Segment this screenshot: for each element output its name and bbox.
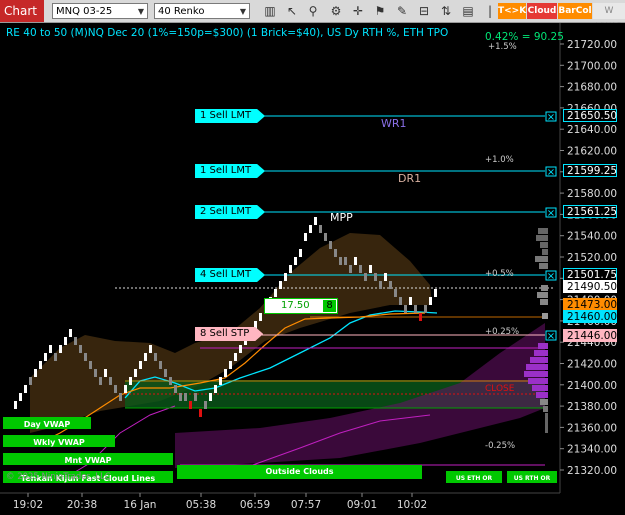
drawing-icon[interactable]: ✎ (394, 3, 410, 19)
time-tick-label: 09:01 (347, 499, 377, 511)
crosshair-pointer-icon[interactable]: ↖ (284, 3, 300, 19)
price-tick-label: 21340.00 (567, 444, 617, 456)
time-tick-label: 20:38 (67, 499, 97, 511)
tenkan-kijun-toggle-button[interactable]: T<>K (498, 3, 526, 19)
price-tag-order-3: 21561.25 (563, 205, 617, 218)
time-tick-label: 07:57 (291, 499, 321, 511)
time-tick-label: 10:02 (397, 499, 427, 511)
level-plus-0-5: +0.5% (485, 269, 514, 279)
time-tick-label: 05:38 (186, 499, 216, 511)
time-tick-label: 19:02 (13, 499, 43, 511)
level-close: CLOSE (485, 384, 515, 394)
legend-mnt-vwap: Mnt VWAP (64, 456, 112, 465)
price-axis: 21720.0021700.0021680.0021660.0021640.00… (560, 39, 617, 477)
price-tick-label: 21720.00 (567, 39, 617, 51)
chart-toolbar: Chart MNQ 03-25 ▼ 40 Renko ▼ ▥ ↖ ⚲ ⚙ ✛ ⚑ ✎… (0, 0, 625, 32)
zoom-icon[interactable]: ⚲ (305, 3, 321, 19)
bar-type-selector[interactable]: 40 Renko ▼ (154, 3, 250, 19)
instrument-selector[interactable]: MNQ 03-25 ▼ (52, 3, 148, 19)
price-tag-order-2: 21599.25 (563, 164, 617, 177)
position-value: 17.50 (281, 300, 310, 311)
svg-text:×: × (547, 331, 555, 342)
chart-trader-icon[interactable]: ⇅ (438, 3, 454, 19)
legend-wkly-vwap: Wkly VWAP (33, 438, 85, 447)
order-label-sell-stp[interactable]: 8 Sell STP (195, 327, 263, 341)
data-box-icon[interactable]: ▤ (460, 3, 476, 19)
cloud-toggle-button[interactable]: Cloud (527, 3, 557, 19)
lock-icon[interactable]: ⊟ (416, 3, 432, 19)
svg-text:×: × (547, 167, 555, 178)
price-tick-label: 21580.00 (567, 188, 617, 200)
position-box[interactable]: 17.50 8 (264, 298, 338, 314)
price-tag-stop: 21446.00 (563, 329, 617, 342)
properties-icon[interactable]: ⚙ (328, 3, 344, 19)
chevron-down-icon: ▼ (239, 7, 246, 16)
price-tag-vwap: 21460.00 (563, 310, 617, 323)
level-plus-1-5: +1.5% (488, 42, 517, 52)
level-minus-0-25: -0.25% (485, 441, 516, 451)
chart-title: RE 40 to 50 (M)NQ Dec 20 (1%=150p=$300) … (6, 27, 449, 39)
legend-us-rth-or: US RTH OR (513, 475, 551, 482)
bar-type-selector-value: 40 Renko (158, 6, 205, 17)
svg-text:×: × (547, 112, 555, 123)
crosshair-icon[interactable]: ✛ (350, 3, 366, 19)
toolbar-separator-icon: | (487, 4, 493, 18)
price-tick-label: 21320.00 (567, 465, 617, 477)
level-dr1: DR1 (398, 172, 422, 185)
order-label-sell-lmt-3[interactable]: 2 Sell LMT (195, 205, 265, 219)
order-label-sell-lmt-2[interactable]: 1 Sell LMT (195, 164, 265, 178)
strategy-icon[interactable]: ⚑ (372, 3, 388, 19)
price-tick-label: 21400.00 (567, 380, 617, 392)
legend-day-vwap: Day VWAP (23, 420, 71, 429)
chevron-down-icon: ▼ (137, 7, 144, 16)
time-tick-label: 06:59 (240, 499, 270, 511)
price-tick-label: 21700.00 (567, 60, 617, 72)
svg-text:×: × (547, 208, 555, 219)
level-wr1: WR1 (381, 117, 407, 130)
svg-text:×: × (547, 271, 555, 282)
order-label-sell-lmt-1[interactable]: 1 Sell LMT (195, 109, 265, 123)
price-tick-label: 21360.00 (567, 422, 617, 434)
position-qty: 8 (323, 300, 336, 312)
copyright-text: © 2025 NinjaTrader, LLC (6, 472, 111, 482)
price-tick-label: 21620.00 (567, 146, 617, 158)
price-tick-label: 21520.00 (567, 252, 617, 264)
instrument-selector-value: MNQ 03-25 (56, 6, 113, 17)
level-plus-0-25: +0.25% (485, 327, 520, 337)
legend-outside-clouds: Outside Clouds (265, 467, 334, 476)
time-tick-label: 16 Jan (124, 499, 157, 511)
price-tick-label: 21420.00 (567, 359, 617, 371)
price-tag-last: 21490.50 (563, 280, 617, 293)
price-tick-label: 21640.00 (567, 124, 617, 136)
chart-tab[interactable]: Chart (0, 0, 44, 22)
price-tick-label: 21380.00 (567, 401, 617, 413)
level-mpp: MPP (330, 211, 353, 224)
legend-us-eth-or: US ETH OR (455, 475, 493, 482)
vwap-toggle-button[interactable]: W VWAP (593, 3, 625, 32)
bar-color-toggle-button[interactable]: BarCol (558, 3, 592, 19)
order-label-sell-lmt-4[interactable]: 4 Sell LMT (195, 268, 265, 282)
bars-icon[interactable]: ▥ (262, 3, 278, 19)
level-plus-1-0: +1.0% (485, 155, 514, 165)
price-tick-label: 21680.00 (567, 82, 617, 94)
price-tick-label: 21540.00 (567, 231, 617, 243)
price-tag-order-1: 21650.50 (563, 109, 617, 122)
